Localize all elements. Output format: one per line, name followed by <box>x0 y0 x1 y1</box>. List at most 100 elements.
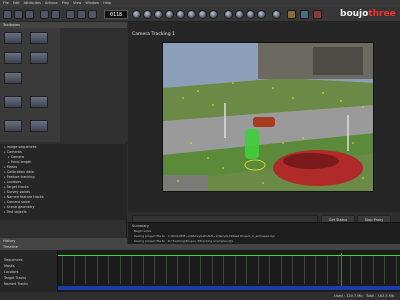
timeline-track-area[interactable] <box>58 250 400 292</box>
tree-item[interactable]: Locators <box>4 180 21 185</box>
project-tree: Image sequences Cameras Camera Focal len… <box>0 144 127 220</box>
menu-actions[interactable]: Actions <box>45 0 58 7</box>
menu-help[interactable]: Help <box>103 0 111 7</box>
timeline-tick <box>223 256 224 284</box>
open-file-icon[interactable] <box>14 10 23 19</box>
tree-item[interactable]: Test objects <box>4 210 27 215</box>
tree-item[interactable]: Cameras <box>4 150 22 155</box>
undo-icon[interactable] <box>40 10 49 19</box>
timeline-track-labels: Sequences Masks Locators Target Tracks N… <box>0 250 58 292</box>
viewport-panel: Camera Tracking 1 Get Status Stop Proxy <box>128 22 400 223</box>
timeline-tick <box>131 256 132 284</box>
logo-main-text: boujo <box>340 9 369 19</box>
main-toolbar: 0118 boujothree <box>0 7 400 22</box>
timeline-tick <box>62 256 63 284</box>
track-icon[interactable] <box>224 10 233 19</box>
timeline-tick <box>349 256 351 284</box>
timeline-tick <box>246 256 247 284</box>
settings-icon[interactable] <box>300 10 309 19</box>
menu-attributes[interactable]: Attributes <box>24 0 41 7</box>
timeline-tick <box>119 256 121 284</box>
tree-item[interactable]: Camera solve <box>4 200 30 205</box>
memory-used-text: Used : 120.7 Mb <box>334 294 363 298</box>
menu-play[interactable]: Play <box>62 0 69 7</box>
timeline-tick <box>177 256 178 284</box>
tool-add-mask-icon[interactable] <box>30 52 48 64</box>
track-label-target-tracks[interactable]: Target Tracks <box>4 276 26 280</box>
timeline-tick <box>85 256 86 284</box>
tool-refine-icon[interactable] <box>30 96 48 108</box>
stop-icon[interactable] <box>165 10 174 19</box>
loop-icon[interactable] <box>209 10 218 19</box>
tool-solve-camera-icon[interactable] <box>4 96 22 108</box>
tree-item[interactable]: Feature tracking <box>4 175 35 180</box>
timeline-tick <box>165 256 167 284</box>
menu-window[interactable]: Window <box>85 0 99 7</box>
export-icon[interactable] <box>257 10 266 19</box>
new-file-icon[interactable] <box>3 10 12 19</box>
render-icon[interactable] <box>272 10 281 19</box>
tree-item[interactable]: Scene geometry <box>4 205 35 210</box>
tree-item[interactable]: Camera <box>8 155 24 160</box>
menu-bar: File Edit Attributes Actions Play View W… <box>0 0 400 7</box>
tree-item[interactable]: Named feature tracks <box>4 195 44 200</box>
refine-icon[interactable] <box>246 10 255 19</box>
timeline-tick <box>142 256 144 284</box>
timeline-tick <box>211 256 213 284</box>
toolbox-properties <box>60 28 127 142</box>
tree-item[interactable]: Target tracks <box>4 185 29 190</box>
tree-item[interactable]: Survey points <box>4 190 30 195</box>
track-label-masks[interactable]: Masks <box>4 264 15 268</box>
step-back-icon[interactable] <box>154 10 163 19</box>
timeline-tick <box>108 256 109 284</box>
timeline-tick <box>188 256 190 284</box>
timeline-tick <box>395 256 397 284</box>
pan-icon[interactable] <box>88 10 97 19</box>
track-label-locators[interactable]: Locators <box>4 270 18 274</box>
tool-scene-geometry-icon[interactable] <box>4 120 22 132</box>
redo-icon[interactable] <box>51 10 60 19</box>
tool-test-object-icon[interactable] <box>30 120 48 132</box>
tree-item[interactable]: Focal length <box>8 160 32 165</box>
timeline-tick <box>292 256 293 284</box>
play-forward-icon[interactable] <box>187 10 196 19</box>
zoom-icon[interactable] <box>77 10 86 19</box>
play-back-icon[interactable] <box>143 10 152 19</box>
status-bar: Used : 120.7 Mb Total : 163.5 Mb <box>0 292 400 300</box>
track-label-named-tracks[interactable]: Named Tracks <box>4 282 28 286</box>
save-file-icon[interactable] <box>25 10 34 19</box>
step-forward-icon[interactable] <box>176 10 185 19</box>
menu-file[interactable]: File <box>3 0 9 7</box>
timeline-tick <box>73 256 75 284</box>
timeline-tick <box>326 256 328 284</box>
timeline-scrollbar[interactable] <box>58 286 400 290</box>
help-icon[interactable] <box>313 10 322 19</box>
summary-line: Saving project file to : D:\Tracking\Bou… <box>134 239 234 243</box>
tool-import-sequence-icon[interactable] <box>4 32 22 44</box>
menu-edit[interactable]: Edit <box>13 0 20 7</box>
play-first-icon[interactable] <box>132 10 141 19</box>
timeline-playhead[interactable] <box>341 253 342 287</box>
tree-item[interactable]: Masks <box>4 165 18 170</box>
play-last-icon[interactable] <box>198 10 207 19</box>
timeline-tick <box>361 256 362 284</box>
timeline-tick <box>372 256 374 284</box>
tool-add-target-icon[interactable] <box>4 52 22 64</box>
menu-view[interactable]: View <box>73 0 81 7</box>
logo-accent-text: three <box>368 9 396 19</box>
track-label-sequences[interactable]: Sequences <box>4 258 23 262</box>
toggle-view-icon[interactable] <box>66 10 75 19</box>
frame-counter[interactable]: 0118 <box>104 10 128 19</box>
tool-track-features-icon[interactable] <box>4 72 22 84</box>
viewport-title: Camera Tracking 1 <box>132 32 175 37</box>
timeline-tick <box>234 256 236 284</box>
wizard-icon[interactable] <box>287 10 296 19</box>
tool-add-locators-icon[interactable] <box>30 32 48 44</box>
timeline-tick <box>269 256 270 284</box>
tree-item[interactable]: Calibration data <box>4 170 34 175</box>
tree-item[interactable]: Image sequences <box>4 145 37 150</box>
camera-view-image[interactable] <box>162 42 374 192</box>
solve-icon[interactable] <box>235 10 244 19</box>
timeline-tick <box>303 256 305 284</box>
scene-illustration <box>163 43 373 191</box>
